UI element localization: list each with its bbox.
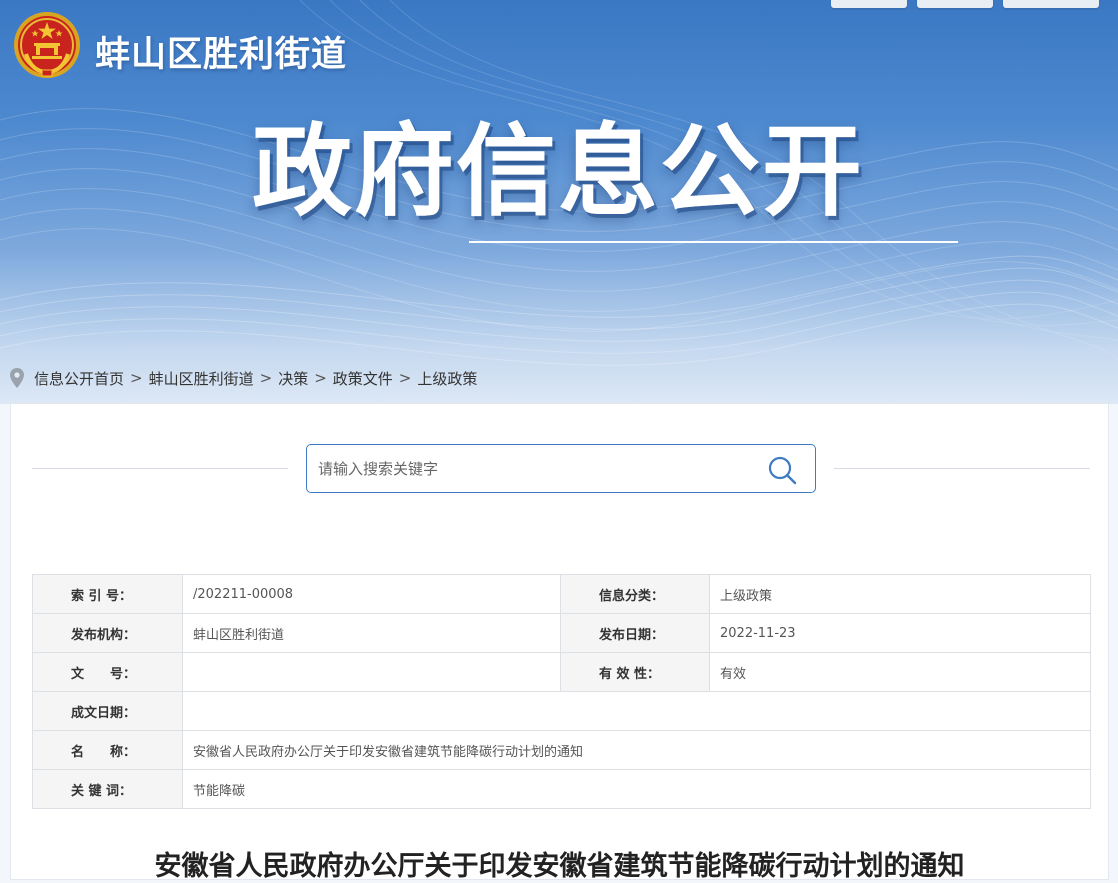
name-value: 安徽省人民政府办公厅关于印发安徽省建筑节能降碳行动计划的通知	[182, 730, 1091, 770]
publisher-value: 蚌山区胜利街道	[182, 613, 561, 653]
breadcrumb-item-higher-policy[interactable]: 上级政策	[417, 368, 477, 389]
created-date-label: 成文日期：	[32, 691, 183, 731]
breadcrumb: 信息公开首页 > 蚌山区胜利街道 > 决策 > 政策文件 > 上级政策	[10, 366, 477, 390]
keywords-label: 关 键 词：	[32, 769, 183, 809]
document-info-table: 索 引 号： /202211-00008 信息分类： 上级政策 发布机构： 蚌山…	[32, 574, 1091, 809]
search-box	[306, 444, 816, 493]
table-row: 关 键 词： 节能降碳	[32, 769, 1091, 809]
top-nav-button-2[interactable]	[917, 0, 993, 8]
name-label: 名 称：	[32, 730, 183, 770]
category-value: 上级政策	[709, 574, 1091, 614]
validity-label: 有 效 性：	[560, 652, 710, 692]
banner-title: 政府信息公开	[252, 113, 864, 230]
search-icon[interactable]	[767, 455, 797, 485]
table-row: 名 称： 安徽省人民政府办公厅关于印发安徽省建筑节能降碳行动计划的通知	[32, 730, 1091, 770]
index-no-label: 索 引 号：	[32, 574, 183, 614]
breadcrumb-separator: >	[398, 369, 412, 387]
banner-title-underline	[469, 241, 958, 243]
table-row: 文 号： 有 效 性： 有效	[32, 652, 1091, 692]
breadcrumb-separator: >	[130, 369, 143, 387]
search-divider-left	[32, 468, 288, 469]
doc-no-value	[182, 652, 561, 692]
table-row: 成文日期：	[32, 691, 1091, 731]
breadcrumb-item-street[interactable]: 蚌山区胜利街道	[149, 368, 254, 389]
table-row: 发布机构： 蚌山区胜利街道 发布日期： 2022-11-23	[32, 613, 1091, 653]
publisher-label: 发布机构：	[32, 613, 183, 653]
breadcrumb-separator: >	[314, 369, 327, 387]
keywords-value: 节能降碳	[182, 769, 1091, 809]
document-title: 安徽省人民政府办公厅关于印发安徽省建筑节能降碳行动计划的通知	[154, 851, 965, 882]
top-nav-button-1[interactable]	[831, 0, 907, 8]
publish-date-label: 发布日期：	[560, 613, 710, 653]
site-title[interactable]: 蚌山区胜利街道	[95, 26, 347, 77]
breadcrumb-separator: >	[259, 369, 273, 387]
header-banner: 蚌山区胜利街道 政府信息公开 信息公开首页 > 蚌山区胜利街道 > 决策 > 政…	[0, 0, 1118, 404]
search-input[interactable]	[308, 446, 748, 491]
created-date-value	[182, 691, 1091, 731]
publish-date-value: 2022-11-23	[709, 613, 1091, 653]
national-emblem-icon	[14, 12, 80, 78]
breadcrumb-item-policy-docs[interactable]: 政策文件	[333, 368, 393, 389]
category-label: 信息分类：	[560, 574, 710, 614]
validity-value: 有效	[709, 652, 1091, 692]
breadcrumb-item-decision[interactable]: 决策	[278, 368, 308, 389]
content-card: 索 引 号： /202211-00008 信息分类： 上级政策 发布机构： 蚌山…	[10, 403, 1109, 882]
top-nav-button-3[interactable]	[1003, 0, 1099, 8]
breadcrumb-item-home[interactable]: 信息公开首页	[34, 368, 124, 389]
location-pin-icon	[10, 368, 24, 388]
search-divider-right	[834, 468, 1090, 469]
index-no-value: /202211-00008	[182, 574, 561, 614]
doc-no-label: 文 号：	[32, 652, 183, 692]
table-row: 索 引 号： /202211-00008 信息分类： 上级政策	[32, 574, 1091, 614]
